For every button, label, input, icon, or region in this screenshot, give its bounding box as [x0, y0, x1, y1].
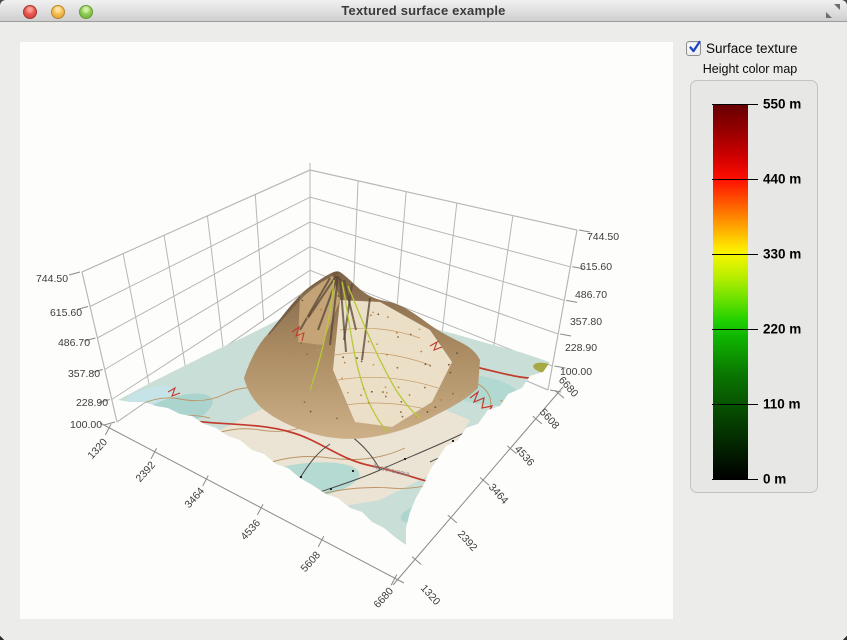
- axis-tick-label: 228.90: [565, 342, 597, 354]
- axis-tick-label: 100.00: [70, 419, 102, 431]
- legend-tick-line: [712, 254, 758, 255]
- surface-texture-row: Surface texture: [686, 39, 798, 57]
- axis-tick-label: 744.50: [587, 231, 619, 243]
- axis-tick-label: 357.80: [570, 316, 602, 328]
- legend-tick-label: 550 m: [763, 97, 801, 112]
- surface-texture-label: Surface texture: [706, 41, 798, 56]
- axis-tick-label: 744.50: [36, 273, 68, 285]
- height-color-map-panel: 550 m 440 m 330 m 220 m 110 m 0 m: [690, 80, 818, 493]
- app-window: Textured surface example Taalovuoma744.5…: [0, 0, 847, 640]
- axis-tick-label: 486.70: [575, 289, 607, 301]
- axis-tick-label: 615.60: [580, 261, 612, 273]
- height-gradient-bar: [713, 104, 748, 479]
- axis-tick-label: 357.80: [68, 368, 100, 380]
- legend-tick-line: [712, 179, 758, 180]
- legend-tick-label: 220 m: [763, 322, 801, 337]
- surface-texture-checkbox[interactable]: [686, 41, 701, 56]
- legend-tick-label: 330 m: [763, 247, 801, 262]
- legend-tick-line: [712, 404, 758, 405]
- resize-grip-right[interactable]: [842, 635, 847, 640]
- legend-title: Height color map: [680, 62, 820, 76]
- legend-tick-label: 0 m: [763, 472, 786, 487]
- axis-tick-label: 228.90: [76, 397, 108, 409]
- legend-tick-label: 110 m: [763, 397, 801, 412]
- resize-grip-left[interactable]: [0, 635, 5, 640]
- axis-tick-label: 615.60: [50, 307, 82, 319]
- legend-tick-line: [712, 329, 758, 330]
- axis-tick-label: 486.70: [58, 337, 90, 349]
- legend-tick-line: [712, 104, 758, 105]
- checkmark-icon: [687, 39, 705, 57]
- legend-tick-label: 440 m: [763, 172, 801, 187]
- legend-tick-line: [712, 479, 758, 480]
